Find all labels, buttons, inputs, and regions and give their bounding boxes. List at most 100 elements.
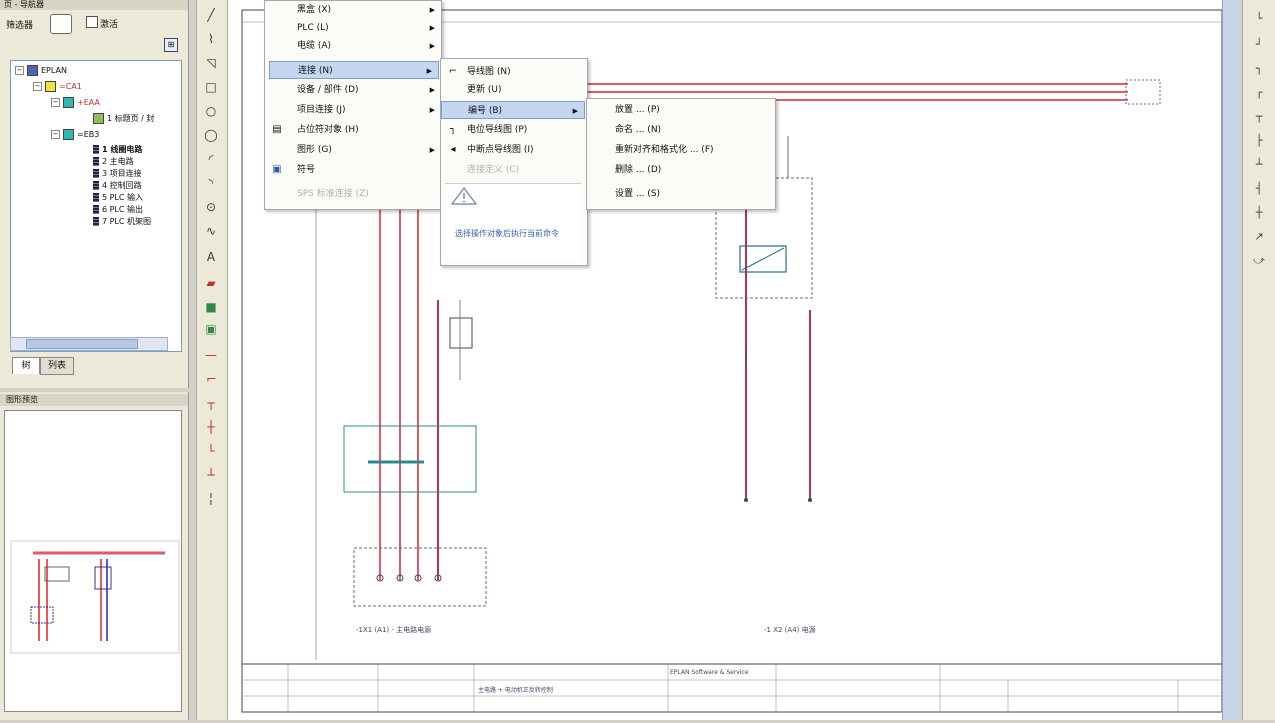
menu-item-numbering[interactable]: 编号 (B) ▶ [441,101,585,119]
collapse-icon[interactable]: − [51,98,60,107]
text-tool-icon[interactable]: A [201,250,221,264]
tree-label: 1 标题页 / 封 [107,114,155,123]
line-tool-icon[interactable]: ╱ [201,8,221,22]
submenu-arrow-icon: ▶ [429,42,435,50]
tree-item-page[interactable]: 5 PLC 输入 [93,193,143,203]
tree-label: 2 主电路 [102,157,134,166]
collapse-icon[interactable]: − [51,130,60,139]
wire-tool-icon[interactable]: — [201,348,221,362]
menu-item-cable[interactable]: 电缆 (A) ▶ [265,37,441,55]
interrupt-icon: ◂ [450,144,456,155]
potential-icon: ┐ [449,124,457,135]
spline-tool-icon[interactable]: ∿ [201,224,221,238]
t-left-icon[interactable]: ┤ [1250,182,1268,196]
menu-item-label: 导线图 (N) [467,67,511,77]
menu-item-label: SPS 标准连接 (Z) [297,189,369,199]
menu-item-graphic[interactable]: 图形 (G) ▶ [265,141,441,159]
menu-item-placeholder[interactable]: ▤ 占位符对象 (H) [265,121,441,139]
tree-item-page[interactable]: 6 PLC 输出 [93,205,143,215]
arrow-icon[interactable]: ↗ [1250,230,1268,244]
jump-icon[interactable]: ⤻ [1250,254,1268,268]
circle-tool-icon[interactable]: ○ [201,104,221,118]
t-right-icon[interactable]: ├ [1250,134,1268,148]
menu-item-device[interactable]: 设备 / 部件 (D) ▶ [265,81,441,99]
tree-item-page[interactable]: 1 线圈电路 [93,145,142,155]
menu-item-potential-diagram[interactable]: ┐ 电位导线图 (P) [441,121,587,139]
group-tool-icon[interactable]: ■ [201,300,221,314]
menu-item-label: 设置 ... (S) [615,189,661,199]
ellipse-tool-icon[interactable]: ⊙ [201,200,221,214]
tree-item-page[interactable]: 3 项目连接 [93,169,142,179]
menu-item-wire-diagram[interactable]: ⌐ 导线图 (N) [441,63,587,81]
menu-item-connection-definition: 连接定义 (C) [441,161,587,179]
page-tree[interactable]: − EPLAN − =CA1 − +EAA 1 标题页 / 封 − =EB3 1 线圈电… [10,60,182,352]
tree-item-page[interactable]: 2 主电路 [93,157,134,167]
menu-item-label: 设备 / 部件 (D) [297,85,359,95]
corner-bl-icon[interactable]: ┌ [1250,86,1268,100]
collapse-icon[interactable]: − [15,66,24,75]
menu-item-delete[interactable]: 删除 ... (D) [587,161,775,179]
wire-split-tool-icon[interactable]: ┴ [201,468,221,482]
tab-tree[interactable]: 树 [12,357,40,374]
t-up-icon[interactable]: ┴ [1250,158,1268,172]
wire-cross-tool-icon[interactable]: ┼ [201,420,221,434]
menu-item-blackbox[interactable]: 黑盒 (X) ▶ [265,1,441,19]
tree-item-eb3[interactable]: − =EB3 [51,129,99,140]
wire-t-tool-icon[interactable]: ┬ [201,396,221,410]
tree-options-icon[interactable]: ⊞ [164,38,178,52]
circle-3pt-tool-icon[interactable]: ◯ [201,128,221,142]
image-tool-icon[interactable]: ▰ [201,276,221,290]
activate-checkbox[interactable] [86,16,98,28]
menu-item-settings[interactable]: 设置 ... (S) [587,185,775,203]
menu-item-name[interactable]: 命名 ... (N) [587,121,775,139]
menu-item-connection[interactable]: 连接 (N) ▶ [269,61,439,79]
menu-item-realign[interactable]: 重新对齐和格式化 ... (F) [587,141,775,159]
arc-tool-icon[interactable]: ◜ [201,152,221,166]
menu-item-project-connection[interactable]: 项目连接 (J) ▶ [265,101,441,119]
wire-angle-tool-icon[interactable]: ⌐ [201,372,221,386]
menu-item-label: 符号 [297,165,316,175]
menu-item-place[interactable]: 放置 ... (P) [587,101,775,119]
rectangle-tool-icon[interactable]: □ [201,80,221,94]
filter-button[interactable] [50,14,72,34]
tree-item-eaa[interactable]: − +EAA [51,97,100,108]
menu-item-label: 编号 (B) [468,106,503,116]
polyline-tool-icon[interactable]: ⌇ [201,32,221,46]
menu-item-update[interactable]: 更新 (U) [441,81,587,99]
symbol-toolbar [1242,0,1275,720]
page-icon [93,113,104,124]
wire-corner-tool-icon[interactable]: └ [201,444,221,458]
corner-tl-icon[interactable]: └ [1250,12,1268,26]
corner-tr-icon[interactable]: ┘ [1250,38,1268,52]
cross-icon[interactable]: ┼ [1250,206,1268,220]
collapse-icon[interactable]: − [33,82,42,91]
corner-br-icon[interactable]: ┐ [1250,62,1268,76]
menu-item-label: 命名 ... (N) [615,125,662,135]
tree-label: 4 控制回路 [102,181,142,190]
terminal-label: -1X1 (A1) - 主电路电源 [356,625,431,634]
function-icon [45,81,56,92]
vertical-scrollbar[interactable] [1222,0,1241,720]
arc-3pt-tool-icon[interactable]: ◝ [201,176,221,190]
menu-item-label: 放置 ... (P) [615,105,660,115]
tab-list[interactable]: 列表 [40,357,74,375]
tree-item-page[interactable]: 1 标题页 / 封 [93,113,154,124]
scrollbar-thumb[interactable] [26,339,138,349]
tree-item-root[interactable]: − EPLAN [15,65,67,76]
t-down-icon[interactable]: ┬ [1250,110,1268,124]
tree-item-ca1[interactable]: − =CA1 [33,81,82,92]
page-icon [93,145,99,154]
submenu-arrow-icon: ▶ [429,106,435,114]
preview-canvas [4,410,182,712]
polygon-tool-icon[interactable]: ◹ [201,56,221,70]
title-block-description: 主电路 + 电动机正反转控制 [478,686,553,694]
menu-item-label: 电位导线图 (P) [467,125,528,135]
menu-item-plc[interactable]: PLC (L) ▶ [265,19,441,37]
tree-item-page[interactable]: 7 PLC 机架图 [93,217,151,227]
menu-item-interrupt-diagram[interactable]: ◂ 中断点导线图 (I) [441,141,587,159]
menu-item-symbol[interactable]: ▣ 符号 [265,161,441,179]
tree-item-page[interactable]: 4 控制回路 [93,181,142,191]
ungroup-tool-icon[interactable]: ▣ [201,322,221,336]
title-block-company: EPLAN Software & Service [670,669,749,676]
break-tool-icon[interactable]: ╎ [201,492,221,506]
